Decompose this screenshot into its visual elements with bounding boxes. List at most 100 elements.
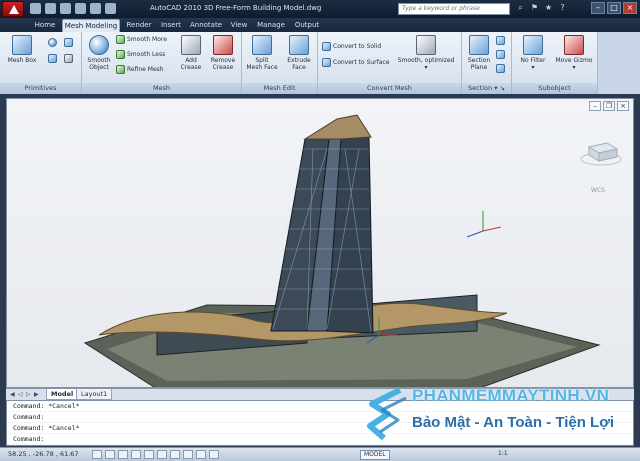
annotation-scale[interactable]: 1:1 <box>498 450 508 457</box>
filter-cube-icon <box>523 35 543 55</box>
convert-to-surface-button[interactable]: Convert to Surface <box>322 58 389 68</box>
minimize-icon[interactable]: – <box>591 2 605 14</box>
last-tab-icon[interactable]: ▶ <box>34 390 41 399</box>
extrude-face-label-2: Face <box>292 64 306 71</box>
tab-render[interactable]: Render <box>124 19 154 32</box>
mesh-cylinder-button[interactable] <box>48 38 59 48</box>
favorites-star-icon[interactable]: ★ <box>544 3 553 13</box>
application-menu-button[interactable] <box>2 1 24 17</box>
window-controls: – □ × <box>591 2 637 14</box>
refine-mesh-button[interactable]: Refine Mesh <box>116 65 164 75</box>
plot-icon[interactable] <box>105 3 116 14</box>
add-jog-button[interactable] <box>496 50 507 60</box>
binoculars-icon[interactable]: ⌕ <box>516 3 525 13</box>
split-mesh-face-button[interactable]: Split Mesh Face <box>246 35 278 71</box>
drawing-viewport[interactable]: WCS – ❐ × <box>6 98 634 388</box>
panel-title-section-label: Section <box>467 84 493 92</box>
watermark: PHANMEMMAYTINH.VN Bảo Mật - An Toàn - Ti… <box>352 380 640 446</box>
add-crease-button[interactable]: Add Crease <box>178 35 204 71</box>
new-icon[interactable] <box>30 3 41 14</box>
tab-output[interactable]: Output <box>292 19 322 32</box>
panel-expand-icon[interactable]: ▾ ↘ <box>494 84 505 92</box>
generate-section-button[interactable] <box>496 64 507 74</box>
title-bar: AutoCAD 2010 3D Free-Form Building Model… <box>0 0 640 18</box>
smooth-optimized-label: Smooth, optimized <box>397 57 455 64</box>
section-plane-button[interactable]: Section Plane <box>465 35 493 71</box>
remove-crease-icon <box>213 35 233 55</box>
save-icon[interactable] <box>60 3 71 14</box>
smooth-more-icon <box>116 35 125 44</box>
search-input[interactable]: Type a keyword or phrase <box>398 3 510 15</box>
mesh-sphere-icon <box>48 38 57 47</box>
panel-convert-mesh: Convert to Solid Convert to Surface Smoo… <box>318 32 462 94</box>
dynamic-input-icon[interactable] <box>183 450 193 459</box>
smooth-more-button[interactable]: Smooth More <box>116 35 167 45</box>
smooth-optimized-dropdown[interactable]: Smooth, optimized ▾ <box>394 35 458 71</box>
communication-center-icon[interactable]: ⚑ <box>530 3 539 13</box>
grid-display-icon[interactable] <box>105 450 115 459</box>
mesh-box-button[interactable]: Mesh Box <box>6 35 38 64</box>
viewport-minimize-icon[interactable]: – <box>589 101 601 111</box>
panel-title-convert-mesh: Convert Mesh <box>318 83 461 94</box>
watermark-site-name: PHANMEMMAYTINH.VN <box>412 386 610 405</box>
wcs-label[interactable]: WCS <box>591 187 605 194</box>
remove-crease-label-1: Remove <box>210 57 236 64</box>
lineweight-icon[interactable] <box>196 450 206 459</box>
prev-tab-icon[interactable]: ◁ <box>18 390 25 399</box>
maximize-icon[interactable]: □ <box>607 2 621 14</box>
close-icon[interactable]: × <box>623 2 637 14</box>
object-snap-icon[interactable] <box>144 450 154 459</box>
first-tab-icon[interactable]: ◀ <box>10 390 17 399</box>
move-gizmo-button[interactable]: Move Gizmo ▾ <box>554 35 594 71</box>
mesh-cone-button[interactable] <box>64 38 75 48</box>
tab-annotate[interactable]: Annotate <box>188 19 224 32</box>
split-mesh-face-icon <box>252 35 272 55</box>
refine-mesh-label: Refine Mesh <box>127 66 164 73</box>
split-mesh-face-label-1: Split <box>255 57 269 64</box>
viewport-restore-icon[interactable]: ❐ <box>603 101 615 111</box>
help-icon[interactable]: ? <box>558 3 567 13</box>
next-tab-icon[interactable]: ▷ <box>26 390 33 399</box>
no-filter-button[interactable]: No Filter ▾ <box>516 35 550 71</box>
status-bar: 58.25 , -26.78 , 61.67 MODEL 1:1 <box>0 447 640 461</box>
mesh-wedge-button[interactable] <box>48 54 59 64</box>
generate-section-icon <box>496 64 505 73</box>
tab-home[interactable]: Home <box>32 19 58 32</box>
smooth-object-label-2: Object <box>89 64 109 71</box>
tab-insert[interactable]: Insert <box>158 19 184 32</box>
infocenter-tools: ⌕ ⚑ ★ ? <box>516 3 567 13</box>
remove-crease-button[interactable]: Remove Crease <box>208 35 238 71</box>
section-plane-label-1: Section <box>467 57 491 64</box>
window-title: AutoCAD 2010 3D Free-Form Building Model… <box>150 4 322 12</box>
panel-section: Section Plane Section ▾ ↘ <box>462 32 512 94</box>
smooth-object-button[interactable]: Smooth Object <box>86 35 112 71</box>
undo-icon[interactable] <box>75 3 86 14</box>
tab-mesh-modeling[interactable]: Mesh Modeling <box>62 19 120 32</box>
model-space-button[interactable]: MODEL <box>360 450 390 460</box>
tab-layout1[interactable]: Layout1 <box>76 389 113 400</box>
smooth-less-button[interactable]: Smooth Less <box>116 50 165 60</box>
polar-tracking-icon[interactable] <box>131 450 141 459</box>
panel-title-mesh: Mesh <box>82 83 241 94</box>
snap-mode-icon[interactable] <box>92 450 102 459</box>
autocad-window: AutoCAD 2010 3D Free-Form Building Model… <box>0 0 640 461</box>
mesh-torus-button[interactable] <box>64 54 75 64</box>
live-section-button[interactable] <box>496 36 507 46</box>
building-model <box>83 114 622 387</box>
viewport-close-icon[interactable]: × <box>617 101 629 111</box>
ortho-mode-icon[interactable] <box>118 450 128 459</box>
redo-icon[interactable] <box>90 3 101 14</box>
ucs-icon <box>466 211 502 238</box>
tab-model[interactable]: Model <box>46 389 79 400</box>
extrude-face-icon <box>289 35 309 55</box>
dynamic-ucs-icon[interactable] <box>170 450 180 459</box>
tab-view[interactable]: View <box>228 19 250 32</box>
convert-to-solid-button[interactable]: Convert to Solid <box>322 42 381 52</box>
tab-manage[interactable]: Manage <box>254 19 288 32</box>
open-icon[interactable] <box>45 3 56 14</box>
quick-properties-icon[interactable] <box>209 450 219 459</box>
quick-access-toolbar <box>30 3 116 14</box>
object-snap-tracking-icon[interactable] <box>157 450 167 459</box>
chevron-down-icon: ▾ <box>424 64 428 71</box>
extrude-face-button[interactable]: Extrude Face <box>284 35 314 71</box>
